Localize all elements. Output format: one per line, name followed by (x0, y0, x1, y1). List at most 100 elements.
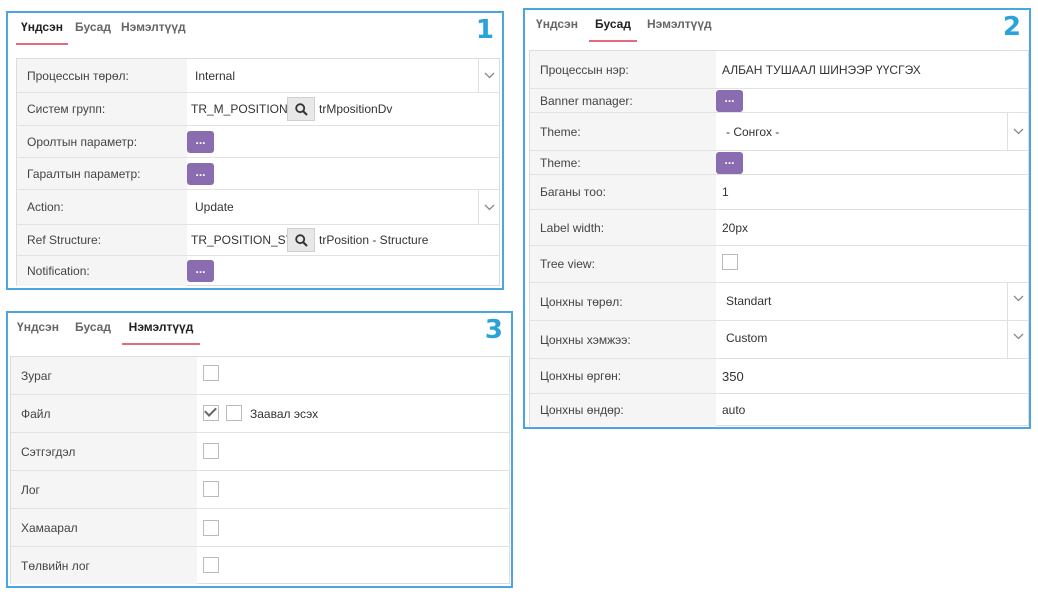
row-process-name: Процессын нэр: АЛБАН ТУШААЛ ШИНЭЭР ҮҮСГЭ… (530, 51, 1028, 89)
window-size-select[interactable]: Custom (716, 321, 1028, 358)
banner-manager-label: Banner manager: (530, 89, 716, 112)
theme-select-label: Theme: (530, 113, 716, 150)
row-theme-button: Theme: ... (530, 151, 1028, 175)
form-other: Процессын нэр: АЛБАН ТУШААЛ ШИНЭЭР ҮҮСГЭ… (529, 50, 1029, 426)
row-file: Файл Заавал эсэх (11, 395, 509, 433)
ref-structure-label: Ref Structure: (17, 225, 187, 255)
file-checkbox[interactable] (203, 404, 219, 421)
row-image: Зураг (11, 357, 509, 395)
process-type-label: Процессын төрөл: (17, 59, 187, 92)
process-name-value[interactable]: АЛБАН ТУШААЛ ШИНЭЭР ҮҮСГЭХ (722, 63, 921, 77)
row-window-size: Цонхны хэмжээ: Custom (530, 321, 1028, 359)
row-columns: Баганы тоо: 1 (530, 175, 1028, 210)
relation-checkbox[interactable] (203, 519, 219, 536)
action-label: Action: (17, 190, 187, 224)
status-log-checkbox[interactable] (203, 556, 219, 573)
window-size-label: Цонхны хэмжээ: (530, 321, 716, 358)
tab-other[interactable]: Бусад (589, 10, 637, 42)
active-tab-underline (16, 43, 68, 45)
tab-other[interactable]: Бусад (74, 13, 112, 45)
required-checkbox[interactable] (226, 404, 242, 421)
form-extra: Зураг Файл Заавал эсэх Сэтгэгдэл Лог Хам… (10, 356, 510, 584)
search-icon (294, 102, 308, 116)
action-select[interactable]: Update (187, 190, 499, 224)
row-output-param: Гаралтын параметр: ... (17, 158, 499, 190)
row-window-width: Цонхны өргөн: 350 (530, 359, 1028, 394)
row-notification: Notification: ... (17, 256, 499, 286)
tab-bar: Үндсэн Бусад Нэмэлтүүд (8, 313, 511, 345)
comment-label: Сэтгэгдэл (11, 433, 197, 470)
notification-label: Notification: (17, 256, 187, 286)
action-value: Update (195, 200, 234, 214)
search-button[interactable] (287, 97, 315, 121)
output-param-button[interactable]: ... (187, 162, 214, 185)
tab-other-label: Бусад (75, 20, 111, 34)
image-label: Зураг (11, 357, 197, 394)
file-label: Файл (11, 395, 197, 432)
chevron-down-icon[interactable] (478, 190, 499, 224)
window-width-input[interactable]: 350 (722, 369, 744, 384)
tab-main-label: Үндсэн (21, 20, 63, 34)
tab-extra[interactable]: Нэмэлтүүд (647, 10, 712, 42)
tab-other-label: Бусад (595, 17, 631, 31)
row-comment: Сэтгэгдэл (11, 433, 509, 471)
comment-checkbox[interactable] (203, 442, 219, 459)
columns-input[interactable]: 1 (722, 185, 729, 199)
window-size-value: Custom (726, 331, 768, 345)
system-group-label: Систем групп: (17, 93, 187, 125)
process-type-value: Internal (195, 68, 236, 83)
panel-2: 2 Үндсэн Бусад Нэмэлтүүд Процессын нэр: … (523, 8, 1031, 429)
tree-view-checkbox[interactable] (722, 254, 738, 270)
panel-3: 3 Үндсэн Бусад Нэмэлтүүд Зураг Файл Заав… (6, 311, 513, 588)
notification-button[interactable]: ... (187, 260, 214, 282)
ref-structure-name: trPosition - Structure (319, 233, 429, 247)
window-type-select[interactable]: Standart (716, 283, 1028, 320)
chevron-down-icon[interactable] (1007, 113, 1028, 150)
tab-main[interactable]: Үндсэн (16, 313, 60, 345)
tab-main[interactable]: Үндсэн (16, 13, 68, 45)
row-input-param: Оролтын параметр: ... (17, 126, 499, 158)
window-height-label: Цонхны өндөр: (530, 394, 716, 426)
row-log: Лог (11, 471, 509, 509)
tab-main-label: Үндсэн (536, 17, 578, 31)
chevron-down-icon[interactable] (1007, 321, 1028, 358)
input-param-button[interactable]: ... (187, 130, 214, 153)
tab-extra[interactable]: Нэмэлтүүд (122, 313, 200, 345)
banner-manager-button[interactable]: ... (716, 89, 743, 112)
row-window-type: Цонхны төрөл: Standart (530, 283, 1028, 321)
form-general: Процессын төрөл: Internal Систем групп: … (16, 58, 500, 286)
tab-bar: Үндсэн Бусад Нэмэлтүүд (525, 10, 1029, 42)
tab-extra[interactable]: Нэмэлтүүд (121, 13, 186, 45)
output-param-label: Гаралтын параметр: (17, 158, 187, 189)
tab-main[interactable]: Үндсэн (535, 10, 579, 42)
tab-other-label: Бусад (75, 320, 111, 334)
row-label-width: Label width: 20px (530, 210, 1028, 246)
row-relation: Хамаарал (11, 509, 509, 547)
chevron-down-icon[interactable] (1007, 283, 1028, 320)
row-tree-view: Tree view: (530, 246, 1028, 283)
row-process-type: Процессын төрөл: Internal (17, 59, 499, 93)
theme-button[interactable]: ... (716, 151, 743, 174)
window-height-input[interactable]: auto (722, 403, 745, 417)
row-banner-manager: Banner manager: ... (530, 89, 1028, 113)
image-checkbox[interactable] (203, 364, 219, 381)
search-button[interactable] (287, 228, 315, 252)
label-width-input[interactable]: 20px (722, 221, 748, 235)
columns-label: Баганы тоо: (530, 175, 716, 209)
tab-other[interactable]: Бусад (73, 313, 113, 345)
system-group-code-input[interactable]: TR_M_POSITION_DV (191, 102, 287, 116)
search-icon (294, 233, 308, 247)
process-type-select[interactable]: Internal (187, 59, 499, 92)
chevron-down-icon[interactable] (478, 59, 499, 92)
row-theme-select: Theme: - Сонгох - (530, 113, 1028, 151)
tree-view-label: Tree view: (530, 246, 716, 282)
row-status-log: Төлвийн лог (11, 547, 509, 584)
tab-main-label: Үндсэн (17, 320, 59, 334)
log-checkbox[interactable] (203, 480, 219, 497)
theme-select[interactable]: - Сонгох - (716, 113, 1028, 150)
log-label: Лог (11, 471, 197, 508)
ref-structure-code-input[interactable]: TR_POSITION_STRUC (191, 233, 287, 247)
row-window-height: Цонхны өндөр: auto (530, 394, 1028, 426)
theme-select-value: - Сонгох - (726, 124, 780, 139)
input-param-label: Оролтын параметр: (17, 126, 187, 157)
